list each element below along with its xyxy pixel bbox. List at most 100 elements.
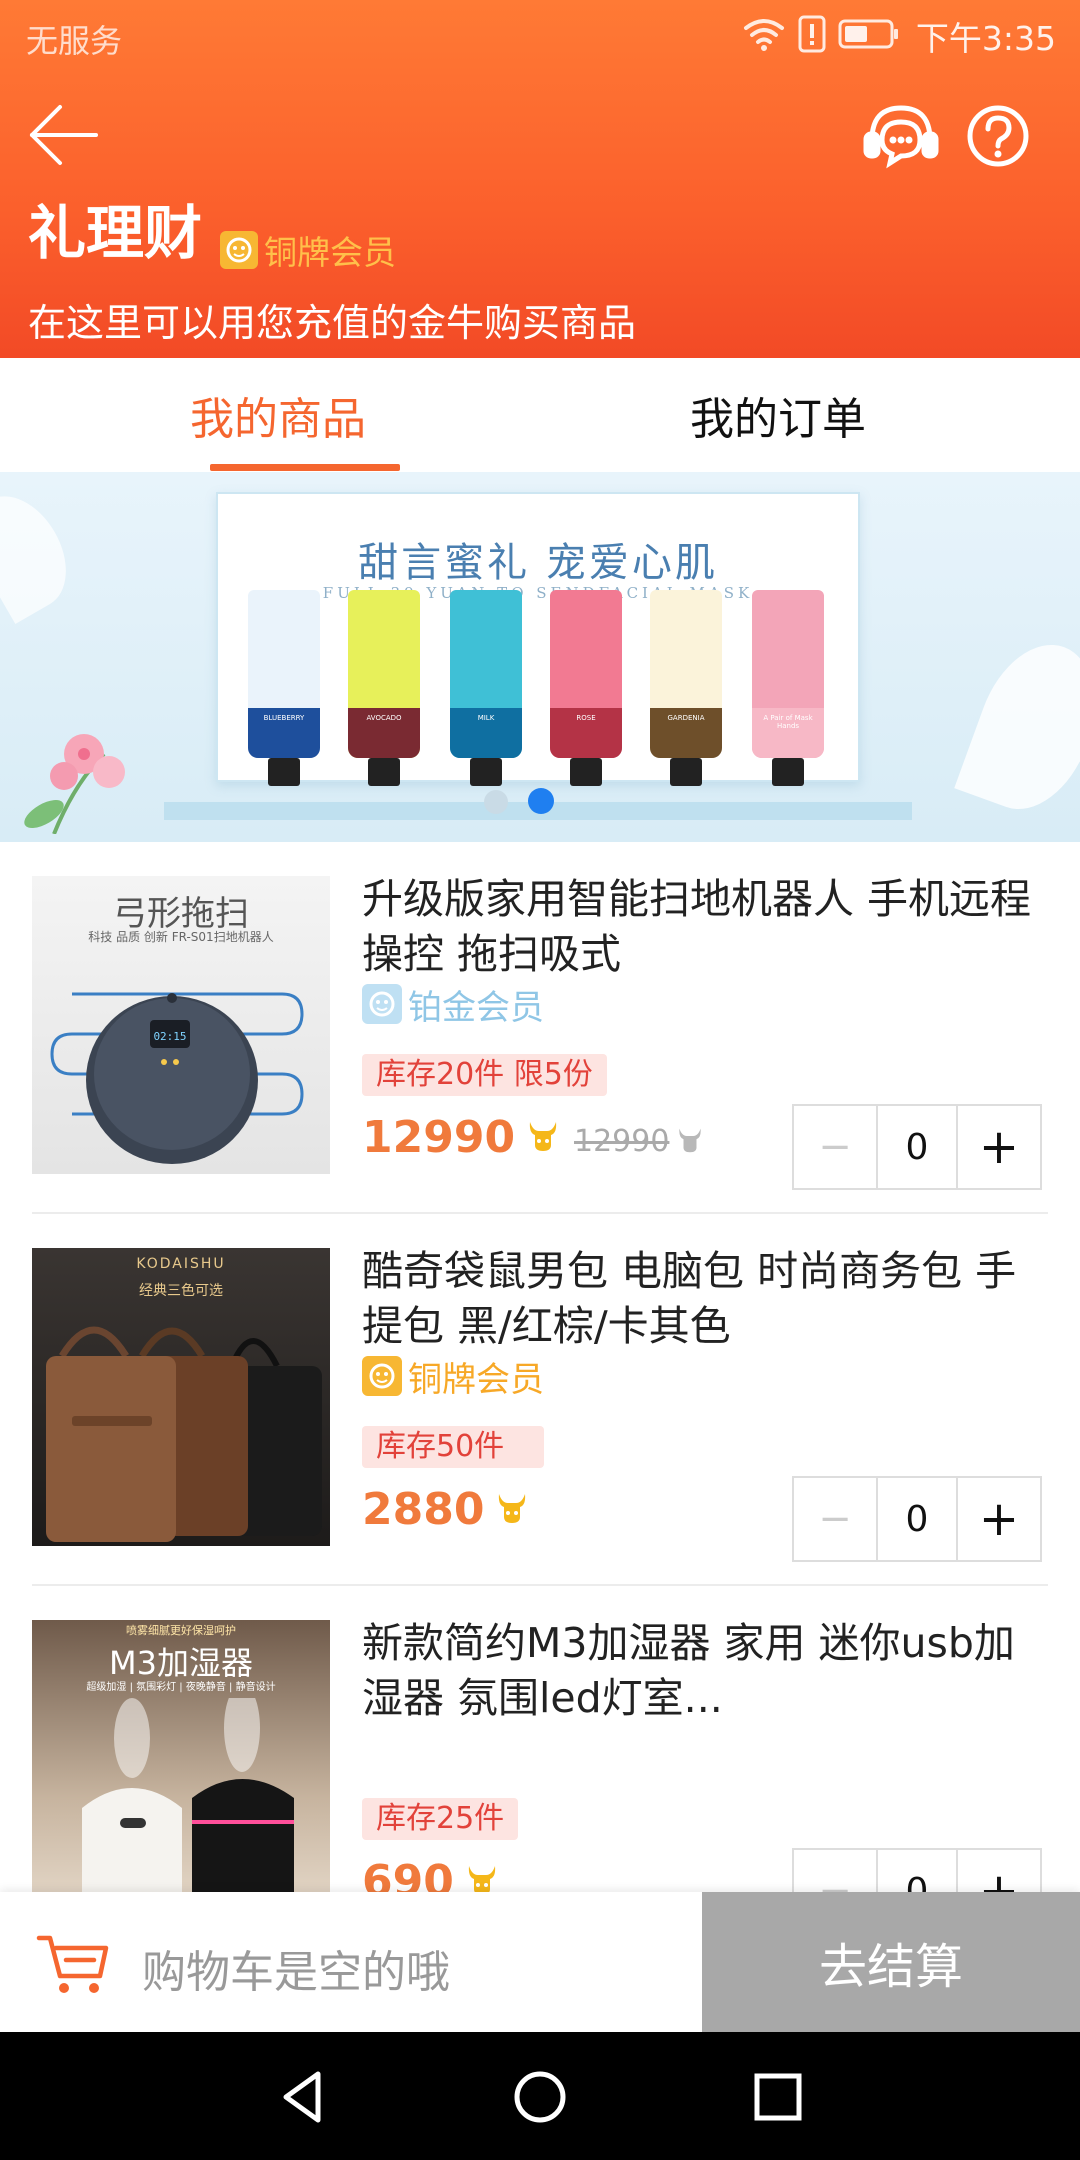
customer-service-icon (863, 105, 939, 169)
product-price: 2880 (362, 1484, 528, 1535)
product-name[interactable]: 新款简约M3加湿器 家用 迷你usb加湿器 氛围led灯室... (362, 1616, 1052, 1726)
tube-label: BLUEBERRY (248, 708, 320, 758)
hand-cream-tube: A Pair of Mask Hands (752, 590, 824, 786)
active-tab-indicator (210, 464, 400, 471)
page-title: 礼理财 (28, 199, 203, 267)
quantity-stepper: − 0 + (792, 1476, 1042, 1562)
page-subtitle: 在这里可以用您充值的金牛购买商品 (28, 301, 637, 345)
product-name[interactable]: 酷奇袋鼠男包 电脑包 时尚商务包 手提包 黑/红棕/卡其色 (362, 1244, 1052, 1354)
member-level-badge: 铜牌会员 (220, 226, 396, 274)
product-image-caption: 科技 品质 创新 FR-S01扫地机器人 (88, 930, 274, 944)
humidifier-illustration (82, 1698, 294, 1918)
clock-text: 下午3:35 (915, 19, 1056, 58)
stock-tag: 库存20件 限5份 (362, 1054, 607, 1096)
tube-label: GARDENIA (650, 708, 722, 758)
status-icons: 下午3:35 (742, 14, 1056, 58)
system-nav-bar (0, 2032, 1080, 2160)
tab-my-orders-label: 我的订单 (690, 394, 866, 445)
triangle-back-icon (283, 2071, 321, 2123)
briefcase-illustration (46, 1326, 322, 1542)
nav-back-button[interactable] (268, 2062, 338, 2132)
back-button[interactable] (26, 96, 104, 174)
banner-leaf-decoration (954, 628, 1080, 826)
product-image-top-text: 喷雾细腻更好保湿呵护 (126, 1624, 236, 1637)
tab-my-goods[interactable]: 我的商品 (150, 358, 406, 472)
tube-label: MILK (450, 708, 522, 758)
product-name[interactable]: 升级版家用智能扫地机器人 手机远程操控 拖扫吸式 (362, 872, 1052, 982)
original-price: 12990 (574, 1124, 703, 1159)
robot-vacuum-illustration: 02:15 (50, 992, 304, 1164)
promo-banner[interactable]: 甜言蜜礼 宠爱心肌 FULL 39 YUAN TO SENDFACIAL MAS… (0, 472, 1080, 842)
bronze-medal-icon (362, 1356, 402, 1396)
cart-empty-text: 购物车是空的哦 (142, 1947, 450, 1998)
price-amount: 12990 (362, 1112, 516, 1163)
shopping-cart-icon (36, 1935, 109, 1993)
original-price-amount: 12990 (574, 1124, 670, 1159)
banner-headline: 甜言蜜礼 宠爱心肌 (358, 540, 718, 586)
price-amount: 2880 (362, 1484, 485, 1535)
product-image-humidifier[interactable]: 喷雾细腻更好保湿呵护 M3加湿器 超级加湿 | 氛围彩灯 | 夜晚静音 | 静音… (32, 1620, 330, 1918)
tab-my-goods-label: 我的商品 (190, 394, 366, 445)
product-level-badge: 铜牌会员 (362, 1354, 544, 1400)
quantity-value[interactable]: 0 (878, 1106, 956, 1188)
product-price: 12990 (362, 1112, 559, 1163)
tube-label: AVOCADO (348, 708, 420, 758)
wifi-icon (742, 16, 786, 56)
increase-button[interactable]: + (956, 1478, 1040, 1560)
gold-bull-icon (527, 1119, 559, 1157)
quantity-value[interactable]: 0 (878, 1478, 956, 1560)
product-level-text: 铂金会员 (408, 987, 544, 1028)
quantity-stepper: − 0 + (792, 1104, 1042, 1190)
checkout-label: 去结算 (818, 1939, 963, 1995)
square-recents-icon (754, 2073, 802, 2121)
stock-tag: 库存25件 (362, 1798, 519, 1840)
stock-tag: 库存50件 (362, 1426, 545, 1468)
product-item: KODAISHU 经典三色可选 酷奇袋鼠男包 电脑包 时尚商务包 手提包 黑/红… (0, 1214, 1080, 1586)
tube-label: A Pair of Mask Hands (752, 708, 824, 758)
increase-button[interactable]: + (956, 1106, 1040, 1188)
banner-leaf-decoration (0, 480, 85, 624)
customer-service-button[interactable] (862, 100, 940, 172)
cart-bar: 购物车是空的哦 去结算 (0, 1892, 1080, 2032)
tab-my-orders[interactable]: 我的订单 (650, 358, 906, 472)
product-level-text: 铜牌会员 (408, 1359, 544, 1400)
status-bar: 无服务 下午3:35 (0, 0, 1080, 76)
robot-screen-text: 02:15 (153, 1030, 186, 1043)
decrease-button[interactable]: − (794, 1106, 878, 1188)
hand-cream-tube: AVOCADO (348, 590, 420, 786)
hand-cream-tube: GARDENIA (650, 590, 722, 786)
tube-label: ROSE (550, 708, 622, 758)
carousel-dot-active[interactable] (528, 788, 554, 814)
hand-cream-tube: BLUEBERRY (248, 590, 320, 786)
banner-flower-decoration (14, 724, 144, 838)
product-level-badge: 铂金会员 (362, 982, 544, 1028)
product-image-brand: KODAISHU (136, 1256, 226, 1272)
checkout-button[interactable]: 去结算 (702, 1892, 1080, 2032)
bronze-medal-icon (220, 231, 258, 269)
battery-icon (838, 18, 900, 54)
back-arrow-icon (30, 105, 98, 165)
member-level-text: 铜牌会员 (264, 233, 396, 272)
help-icon (967, 105, 1029, 167)
platinum-medal-icon (362, 984, 402, 1024)
app-root: 无服务 下午3:35 礼理财 铜牌会员 在这里可以用您充值的金牛购买商品 我的商… (0, 0, 1080, 2160)
product-item: 弓形拖扫 科技 品质 创新 FR-S01扫地机器人 02:15 升级版家用智能扫… (0, 842, 1080, 1214)
product-image-caption: 超级加湿 | 氛围彩灯 | 夜晚静音 | 静音设计 (86, 1682, 276, 1693)
alert-icon (798, 15, 826, 57)
gold-bull-icon (496, 1491, 528, 1529)
hand-cream-tube: ROSE (550, 590, 622, 786)
product-image-caption: 经典三色可选 (139, 1283, 223, 1299)
decrease-button[interactable]: − (794, 1478, 878, 1560)
grey-bull-icon (677, 1126, 703, 1158)
carrier-text: 无服务 (26, 22, 123, 60)
hand-cream-tube: MILK (450, 590, 522, 786)
tab-bar: 我的商品 我的订单 (0, 358, 1080, 472)
cart-button[interactable] (36, 1932, 112, 1998)
nav-home-button[interactable] (505, 2062, 575, 2132)
carousel-dot[interactable] (484, 790, 508, 814)
help-button[interactable] (966, 104, 1030, 168)
product-image-briefcase[interactable]: KODAISHU 经典三色可选 (32, 1248, 330, 1546)
circle-home-icon (514, 2071, 566, 2123)
nav-recents-button[interactable] (743, 2062, 813, 2132)
product-image-robot-vacuum[interactable]: 弓形拖扫 科技 品质 创新 FR-S01扫地机器人 02:15 (32, 876, 330, 1174)
